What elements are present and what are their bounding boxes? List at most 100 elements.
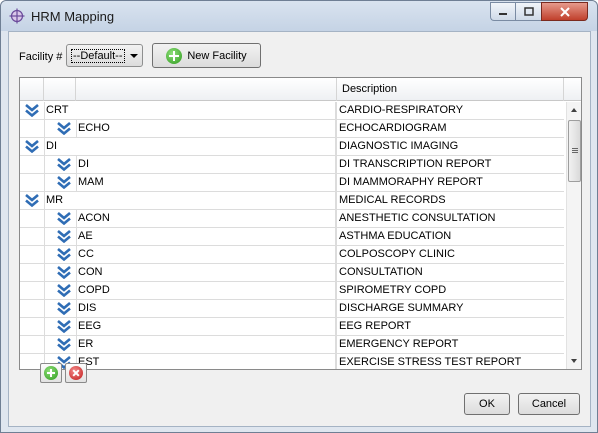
expand-chevron-icon[interactable] (25, 140, 39, 153)
code-cell[interactable]: COPD (78, 282, 336, 299)
mapping-table: Description CRT CARDIO-RESPIRATORY ECHO ECH… (19, 77, 582, 370)
vertical-scrollbar[interactable] (566, 102, 581, 369)
expand-chevron-icon[interactable] (57, 284, 71, 297)
code-cell[interactable]: ER (78, 336, 336, 353)
table-row[interactable]: ER EMERGENCY REPORT (20, 336, 564, 354)
column-divider (44, 228, 45, 245)
table-row[interactable]: CON CONSULTATION (20, 264, 564, 282)
description-cell[interactable]: DI TRANSCRIPTION REPORT (336, 156, 564, 173)
table-row[interactable]: DI DI TRANSCRIPTION REPORT (20, 156, 564, 174)
description-cell[interactable]: DIAGNOSTIC IMAGING (336, 138, 564, 155)
code-cell[interactable]: CRT (46, 102, 336, 119)
description-cell[interactable]: DISCHARGE SUMMARY (336, 300, 564, 317)
code-cell[interactable]: DI (78, 156, 336, 173)
expand-chevron-icon[interactable] (57, 230, 71, 243)
add-row-button[interactable] (40, 363, 62, 383)
window-title: HRM Mapping (31, 9, 115, 24)
expand-chevron-icon[interactable] (57, 302, 71, 315)
chevron-down-icon (130, 54, 138, 58)
cancel-button[interactable]: Cancel (518, 393, 580, 415)
description-cell[interactable]: CARDIO-RESPIRATORY (336, 102, 564, 119)
expand-chevron-icon[interactable] (57, 266, 71, 279)
description-cell[interactable]: EXERCISE STRESS TEST REPORT (336, 354, 564, 369)
expand-chevron-icon[interactable] (57, 320, 71, 333)
table-row[interactable]: AE ASTHMA EDUCATION (20, 228, 564, 246)
expand-chevron-icon[interactable] (57, 248, 71, 261)
column-divider (44, 138, 45, 155)
code-cell[interactable]: MR (46, 192, 336, 209)
crosshair-globe-icon (9, 8, 25, 24)
description-cell[interactable]: COLPOSCOPY CLINIC (336, 246, 564, 263)
column-divider (44, 192, 45, 209)
table-row[interactable]: ECHO ECHOCARDIOGRAM (20, 120, 564, 138)
code-cell[interactable]: AE (78, 228, 336, 245)
description-cell[interactable]: ANESTHETIC CONSULTATION (336, 210, 564, 227)
dialog-content: Facility # --Default-- New Facility Desc… (8, 31, 591, 427)
table-row[interactable]: EST EXERCISE STRESS TEST REPORT (20, 354, 564, 369)
description-cell[interactable]: CONSULTATION (336, 264, 564, 281)
code-cell[interactable]: MAM (78, 174, 336, 191)
expand-chevron-icon[interactable] (57, 212, 71, 225)
table-row[interactable]: MAM DI MAMMORAPHY REPORT (20, 174, 564, 192)
column-divider (44, 318, 45, 335)
description-cell[interactable]: ASTHMA EDUCATION (336, 228, 564, 245)
header-code[interactable] (76, 78, 337, 101)
close-button[interactable] (541, 2, 588, 21)
column-divider (76, 156, 77, 173)
scroll-thumb[interactable] (568, 120, 581, 182)
new-facility-button[interactable]: New Facility (152, 43, 261, 68)
table-row[interactable]: DIS DISCHARGE SUMMARY (20, 300, 564, 318)
code-cell[interactable]: EST (78, 354, 336, 369)
group-row[interactable]: DI DIAGNOSTIC IMAGING (20, 138, 564, 156)
group-row[interactable]: CRT CARDIO-RESPIRATORY (20, 102, 564, 120)
description-cell[interactable]: SPIROMETRY COPD (336, 282, 564, 299)
scroll-down-icon[interactable] (571, 359, 577, 363)
table-row[interactable]: CC COLPOSCOPY CLINIC (20, 246, 564, 264)
column-divider (44, 174, 45, 191)
expand-chevron-icon[interactable] (25, 194, 39, 207)
column-divider (44, 246, 45, 263)
maximize-icon (523, 6, 534, 16)
minimize-button[interactable] (490, 2, 515, 21)
code-cell[interactable]: ECHO (78, 120, 336, 137)
expand-chevron-icon[interactable] (57, 122, 71, 135)
code-cell[interactable]: EEG (78, 318, 336, 335)
expand-chevron-icon[interactable] (25, 104, 39, 117)
hrm-mapping-window: HRM Mapping Facility # --Default-- New F… (0, 0, 598, 433)
facility-label: Facility # (19, 51, 63, 63)
description-cell[interactable]: EMERGENCY REPORT (336, 336, 564, 353)
expand-chevron-icon[interactable] (57, 338, 71, 351)
maximize-button[interactable] (515, 2, 541, 21)
grip-icon (572, 148, 578, 149)
expand-chevron-icon[interactable] (57, 176, 71, 189)
code-cell[interactable]: DIS (78, 300, 336, 317)
column-divider (76, 228, 77, 245)
table-row[interactable]: COPD SPIROMETRY COPD (20, 282, 564, 300)
header-description[interactable]: Description (337, 78, 564, 101)
delete-row-button[interactable] (65, 363, 87, 383)
code-cell[interactable]: CON (78, 264, 336, 281)
description-cell[interactable]: ECHOCARDIOGRAM (336, 120, 564, 137)
description-cell[interactable]: DI MAMMORAPHY REPORT (336, 174, 564, 191)
header-expand-child[interactable] (44, 78, 76, 101)
table-row[interactable]: EEG EEG REPORT (20, 318, 564, 336)
code-cell[interactable]: CC (78, 246, 336, 263)
facility-select[interactable]: --Default-- (66, 44, 143, 67)
header-expand[interactable] (20, 78, 44, 101)
expand-chevron-icon[interactable] (57, 158, 71, 171)
column-divider (76, 210, 77, 227)
column-divider (44, 264, 45, 281)
add-icon (44, 366, 58, 380)
code-cell[interactable]: ACON (78, 210, 336, 227)
column-divider (76, 282, 77, 299)
group-row[interactable]: MR MEDICAL RECORDS (20, 192, 564, 210)
column-divider (76, 246, 77, 263)
scroll-up-icon[interactable] (571, 108, 577, 112)
code-cell[interactable]: DI (46, 138, 336, 155)
description-cell[interactable]: EEG REPORT (336, 318, 564, 335)
description-cell[interactable]: MEDICAL RECORDS (336, 192, 564, 209)
ok-button[interactable]: OK (464, 393, 510, 415)
column-divider (44, 210, 45, 227)
title-bar[interactable]: HRM Mapping (1, 1, 597, 31)
table-row[interactable]: ACON ANESTHETIC CONSULTATION (20, 210, 564, 228)
